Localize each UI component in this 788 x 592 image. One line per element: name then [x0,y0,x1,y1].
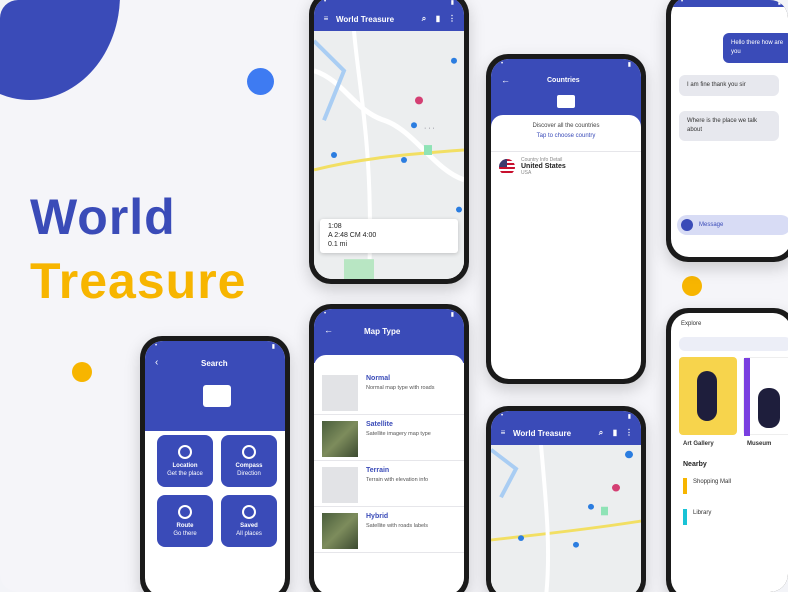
row-accent [683,509,687,525]
card-line2: 0.1 mi [328,241,348,248]
list-item[interactable]: Normal Normal map type with roads [314,369,464,415]
card-image[interactable] [743,357,788,436]
list-item[interactable]: Country Info Detail United States USA [491,151,641,181]
tab-label[interactable]: Explore [681,321,701,327]
phone-chat: • ▮ Hello there how are you I am fine tha… [666,0,788,262]
list-item[interactable]: Terrain Terrain with elevation info [314,461,464,507]
tile-compass[interactable]: Compass Direction [221,435,277,487]
map-type-list: Normal Normal map type with roads Satelli… [314,355,464,592]
thumbnail [322,467,358,503]
thumbnail [322,421,358,457]
app-title: World Treasure [513,428,572,438]
phone-search: • ▮ ‹ Search Location Get the place Compa… [140,336,290,592]
screen-title: Map Type [364,327,401,336]
phone-map-type: • ▮ ← Map Type Normal Normal map type with… [309,304,469,592]
phone-map-top: • ▮ ≡ World Treasure ⌕ ▮ ⋮ · · · 1:08 A … [309,0,469,284]
row-accent [683,478,687,494]
delete-icon[interactable]: ▮ [434,15,442,23]
card-time: 1:08 [328,223,342,230]
back-icon[interactable]: ‹ [155,357,158,368]
message-outgoing: Hello there how are you [723,33,788,63]
list-item[interactable]: Library [693,510,711,516]
message-incoming: Where is the place we talk about [679,111,779,141]
decor-dot-blue [247,68,274,95]
card-image[interactable] [679,357,737,435]
search-icon[interactable]: ⌕ [420,15,428,23]
more-icon[interactable]: ⋮ [448,15,456,23]
search-input[interactable] [679,337,788,351]
card-caption: Museum [747,441,772,447]
app-bar: ≡ World Treasure ⌕ ▮ ⋮ [491,421,641,445]
search-header: ‹ Search [145,351,285,431]
us-flag-icon [499,158,515,175]
message-input[interactable]: Message [677,215,788,235]
tile-route[interactable]: Route Go there [157,495,213,547]
menu-icon[interactable]: ≡ [499,429,507,437]
back-arrow-icon[interactable]: ← [324,325,333,335]
list-item[interactable]: Shopping Mall [693,479,731,485]
phone-map-bottom: • ▮ ≡ World Treasure ⌕ ▮ ⋮ [486,406,646,592]
intro-card: Discover all the countries Tap to choose… [491,115,641,151]
decor-blob [0,0,120,100]
location-pin-icon [178,445,192,459]
brand-title-line2: Treasure [30,253,247,309]
compass-icon [242,445,256,459]
figure-icon [697,371,717,421]
back-arrow-icon[interactable]: ← [501,75,510,85]
emoji-icon[interactable] [681,219,693,231]
promo-canvas: World Treasure • ▮ ≡ World Treasure ⌕ ▮ ⋮ [0,0,788,592]
screen-title: Countries [547,77,580,84]
thumbnail [322,513,358,549]
card-caption: Art Gallery [683,441,714,447]
search-icon[interactable]: ⌕ [597,429,605,437]
figure-icon [758,388,780,428]
monitor-icon [203,385,231,407]
briefcase-icon [242,505,256,519]
thumbnail [322,375,358,411]
list-item[interactable]: Satellite Satellite imagery map type [314,415,464,461]
tile-location[interactable]: Location Get the place [157,435,213,487]
list-item[interactable]: Hybrid Satellite with roads labels [314,507,464,553]
decor-dot-yellow [72,362,92,382]
decor-dot-yellow [682,276,702,296]
route-icon [178,505,192,519]
app-title: World Treasure [336,14,395,24]
tile-saved[interactable]: Saved All places [221,495,277,547]
message-incoming: I am fine thank you sir [679,75,779,96]
phone-places: Explore Art Gallery Museum Nearby Shoppi… [666,308,788,592]
svg-text:· · ·: · · · [424,125,435,132]
phone-countries: • ▮ ← Countries Discover all the countrie… [486,54,646,384]
brand-title-line1: World [30,189,176,245]
section-title: Nearby [683,461,707,468]
more-icon[interactable]: ⋮ [625,429,633,437]
choose-link[interactable]: Tap to choose country [491,133,641,139]
menu-icon[interactable]: ≡ [322,15,330,23]
place-info-card[interactable]: 1:08 A 2:48 CM 4:00 0.1 mi [320,219,458,253]
delete-icon[interactable]: ▮ [611,429,619,437]
map-view[interactable] [491,445,641,592]
screen-title: Search [201,359,228,368]
card-line1: A 2:48 CM 4:00 [328,232,377,239]
briefcase-icon [557,95,575,108]
app-bar: ≡ World Treasure ⌕ ▮ ⋮ [314,7,464,31]
